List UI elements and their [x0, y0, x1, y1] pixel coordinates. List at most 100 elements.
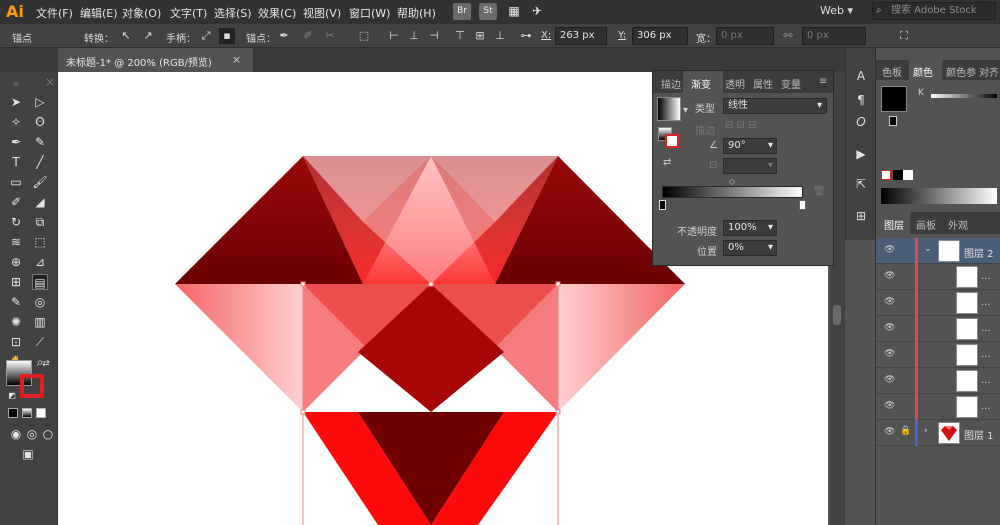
- panel-collapse-icon[interactable]: «: [8, 76, 24, 92]
- perspective-grid-tool-icon[interactable]: ⊿: [32, 254, 48, 270]
- menu-help[interactable]: 帮助(H): [397, 5, 436, 21]
- swap-fill-stroke-icon[interactable]: ⇄: [38, 356, 54, 372]
- draw-inside-icon[interactable]: ○: [40, 426, 56, 442]
- gradient-midpoint[interactable]: ◇: [729, 177, 735, 186]
- layer-name[interactable]: ...: [981, 349, 991, 360]
- scrollbar-thumb[interactable]: [833, 305, 841, 325]
- blend-tool-icon[interactable]: ◎: [32, 294, 48, 310]
- gradient-tool-icon[interactable]: ▤: [32, 274, 48, 290]
- menu-view[interactable]: 视图(V): [303, 5, 341, 21]
- tab-swatches[interactable]: 色板: [882, 64, 902, 79]
- black-color-icon[interactable]: [893, 170, 903, 180]
- tab-align[interactable]: 对齐: [979, 64, 999, 79]
- pen-tool-icon[interactable]: ✒: [8, 134, 24, 150]
- artboard-tool-icon[interactable]: ⊡: [8, 334, 24, 350]
- scale-tool-icon[interactable]: ⧉: [32, 214, 48, 230]
- default-fill-stroke-icon[interactable]: ◩: [4, 388, 20, 404]
- eye-icon[interactable]: 👁: [884, 323, 895, 333]
- tab-artboards[interactable]: 画板: [916, 217, 936, 232]
- tab-layers[interactable]: 图层: [884, 217, 904, 232]
- tab-variables[interactable]: 变量: [781, 76, 801, 91]
- connect-anchor-icon[interactable]: ✐: [300, 28, 316, 44]
- menu-window[interactable]: 窗口(W): [349, 5, 390, 21]
- hide-handles-icon[interactable]: ▪: [219, 28, 235, 44]
- menu-type[interactable]: 文字(T): [170, 5, 207, 21]
- rotate-tool-icon[interactable]: ↻: [8, 214, 24, 230]
- none-color-icon[interactable]: [881, 170, 891, 180]
- eye-icon[interactable]: 👁: [884, 427, 895, 437]
- document-tab[interactable]: 未标题-1* @ 200% (RGB/预览): [58, 48, 253, 72]
- panel-close-icon[interactable]: ×: [42, 74, 58, 90]
- panel-menu-icon[interactable]: ≡: [819, 76, 827, 87]
- layer-name[interactable]: ...: [981, 297, 991, 308]
- gradient-slider[interactable]: [662, 186, 803, 198]
- gpu-performance-icon[interactable]: ✈: [528, 3, 546, 20]
- anchor-point[interactable]: [300, 409, 306, 415]
- remove-anchor-icon[interactable]: ✒: [276, 28, 292, 44]
- x-input[interactable]: 263 px: [555, 27, 607, 45]
- screen-mode-icon[interactable]: ▣: [20, 446, 36, 462]
- layer-name[interactable]: ...: [981, 323, 991, 334]
- eraser-tool-icon[interactable]: ◢: [32, 194, 48, 210]
- gradient-preview-swatch[interactable]: [657, 97, 681, 121]
- tab-color-guide[interactable]: 颜色参: [946, 64, 976, 79]
- stroke-align-icon[interactable]: ⊟ ⊟ ⊟: [725, 120, 757, 131]
- layer-row[interactable]: 👁 🔒 › 图层 1: [876, 420, 1000, 446]
- dropdown-arrow-icon[interactable]: ▾: [683, 105, 688, 116]
- paragraph-icon[interactable]: ¶: [853, 92, 869, 108]
- workspace-switcher[interactable]: Web ▾: [820, 4, 853, 17]
- tab-attributes[interactable]: 属性: [753, 76, 773, 91]
- gradient-stop-black[interactable]: [659, 200, 666, 210]
- color-spectrum[interactable]: [881, 188, 997, 204]
- slice-tool-icon[interactable]: ⟋: [32, 334, 48, 350]
- anchor-point[interactable]: [555, 281, 561, 287]
- fit-icon[interactable]: ⛶: [896, 28, 912, 44]
- layer-name[interactable]: ...: [981, 401, 991, 412]
- layer-name[interactable]: ...: [981, 271, 991, 282]
- align-right-icon[interactable]: ⊣: [426, 28, 442, 44]
- eye-icon[interactable]: 👁: [884, 349, 895, 359]
- color-mode-icon[interactable]: [8, 408, 18, 418]
- anchor-point[interactable]: [428, 281, 434, 287]
- layer-row[interactable]: 👁 ...: [876, 290, 1000, 316]
- layer-name[interactable]: 图层 1: [964, 427, 994, 442]
- opentype-icon[interactable]: O: [853, 114, 869, 130]
- k-slider[interactable]: [931, 94, 997, 98]
- anchor-point[interactable]: [300, 281, 306, 287]
- show-handles-icon[interactable]: ⤢: [198, 28, 214, 44]
- eyedropper-tool-icon[interactable]: ✎: [8, 294, 24, 310]
- mesh-tool-icon[interactable]: ⊞: [8, 274, 24, 290]
- rectangle-tool-icon[interactable]: ▭: [8, 174, 24, 190]
- align-bottom-icon[interactable]: ⊥: [492, 28, 508, 44]
- layer-row[interactable]: 👁 ...: [876, 342, 1000, 368]
- column-graph-tool-icon[interactable]: ▥: [32, 314, 48, 330]
- arrange-documents-icon[interactable]: ▦: [505, 3, 523, 20]
- layer-row[interactable]: 👁 ...: [876, 368, 1000, 394]
- menu-edit[interactable]: 编辑(E): [80, 5, 118, 21]
- type-select[interactable]: 线性 ▾: [723, 98, 827, 114]
- stock-button[interactable]: St: [479, 3, 497, 20]
- tab-gradient[interactable]: 渐变: [691, 76, 711, 91]
- align-left-icon[interactable]: ⊢: [386, 28, 402, 44]
- close-icon[interactable]: ×: [232, 53, 241, 66]
- gradient-mode-icon[interactable]: [22, 408, 32, 418]
- lock-icon[interactable]: 🔒: [900, 426, 911, 436]
- none-mode-icon[interactable]: [36, 408, 46, 418]
- menu-select[interactable]: 选择(S): [214, 5, 252, 21]
- type-tool-icon[interactable]: T: [8, 154, 24, 170]
- actions-play-icon[interactable]: ▶: [853, 146, 869, 162]
- expand-icon[interactable]: ⌄: [924, 244, 932, 254]
- direct-selection-tool-icon[interactable]: ▷: [32, 94, 48, 110]
- opacity-input[interactable]: 100% ▾: [723, 220, 777, 236]
- width-tool-icon[interactable]: ≋: [8, 234, 24, 250]
- height-input[interactable]: 0 px: [802, 27, 866, 45]
- align-center-icon[interactable]: ⊥: [406, 28, 422, 44]
- menu-object[interactable]: 对象(O): [122, 5, 161, 21]
- menu-file[interactable]: 文件(F): [36, 5, 73, 21]
- eye-icon[interactable]: 👁: [884, 375, 895, 385]
- angle-input[interactable]: 90° ▾: [723, 138, 777, 154]
- curvature-tool-icon[interactable]: ✎: [32, 134, 48, 150]
- stock-search-input[interactable]: 搜索 Adobe Stock: [872, 2, 996, 20]
- cut-path-icon[interactable]: ✂: [322, 28, 338, 44]
- lasso-tool-icon[interactable]: ʘ: [32, 114, 48, 130]
